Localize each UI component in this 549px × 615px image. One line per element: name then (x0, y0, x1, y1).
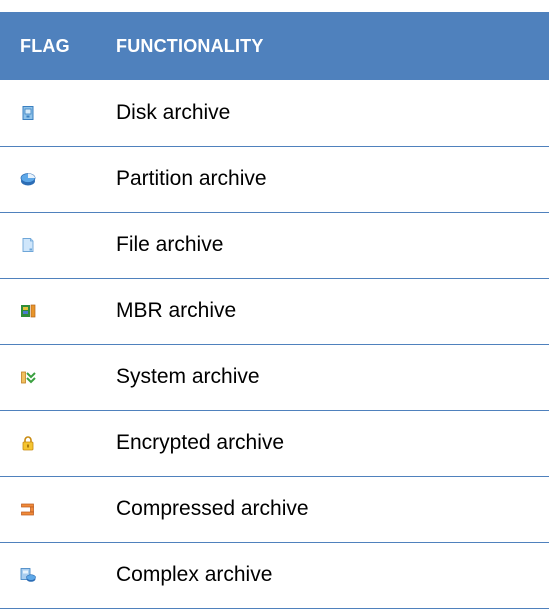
system-icon (20, 369, 36, 385)
functionality-label: Encrypted archive (96, 410, 549, 477)
functionality-label: File archive (96, 212, 549, 279)
header-flag: FLAG (20, 35, 70, 56)
flag-cell (0, 410, 96, 477)
table-row: Encrypted archive (0, 410, 549, 477)
flag-cell (0, 476, 96, 543)
table-row: Disk archive (0, 80, 549, 147)
mbr-icon (20, 303, 36, 319)
compressed-icon (20, 501, 36, 517)
flag-cell (0, 212, 96, 279)
flag-cell (0, 278, 96, 345)
table-header-row: FLAG FUNCTIONALITY (0, 12, 549, 80)
flag-cell (0, 146, 96, 213)
lock-icon (20, 435, 36, 451)
functionality-label: Compressed archive (96, 476, 549, 543)
disk-icon (20, 105, 36, 121)
flag-cell (0, 344, 96, 411)
table-row: File archive (0, 212, 549, 279)
table-row: MBR archive (0, 278, 549, 345)
file-icon (20, 237, 36, 253)
table-row: Complex archive (0, 542, 549, 609)
functionality-label: Partition archive (96, 146, 549, 213)
table-row: Compressed archive (0, 476, 549, 543)
flag-cell (0, 80, 96, 147)
header-functionality: FUNCTIONALITY (116, 35, 264, 56)
functionality-label: Disk archive (96, 80, 549, 147)
flag-cell (0, 542, 96, 609)
partition-icon (20, 171, 36, 187)
functionality-label: MBR archive (96, 278, 549, 345)
table-row: Partition archive (0, 146, 549, 213)
functionality-label: Complex archive (96, 542, 549, 609)
table-row: System archive (0, 344, 549, 411)
functionality-label: System archive (96, 344, 549, 411)
archive-flags-table: FLAG FUNCTIONALITY Disk archive Partitio… (0, 12, 549, 609)
complex-icon (20, 567, 36, 583)
